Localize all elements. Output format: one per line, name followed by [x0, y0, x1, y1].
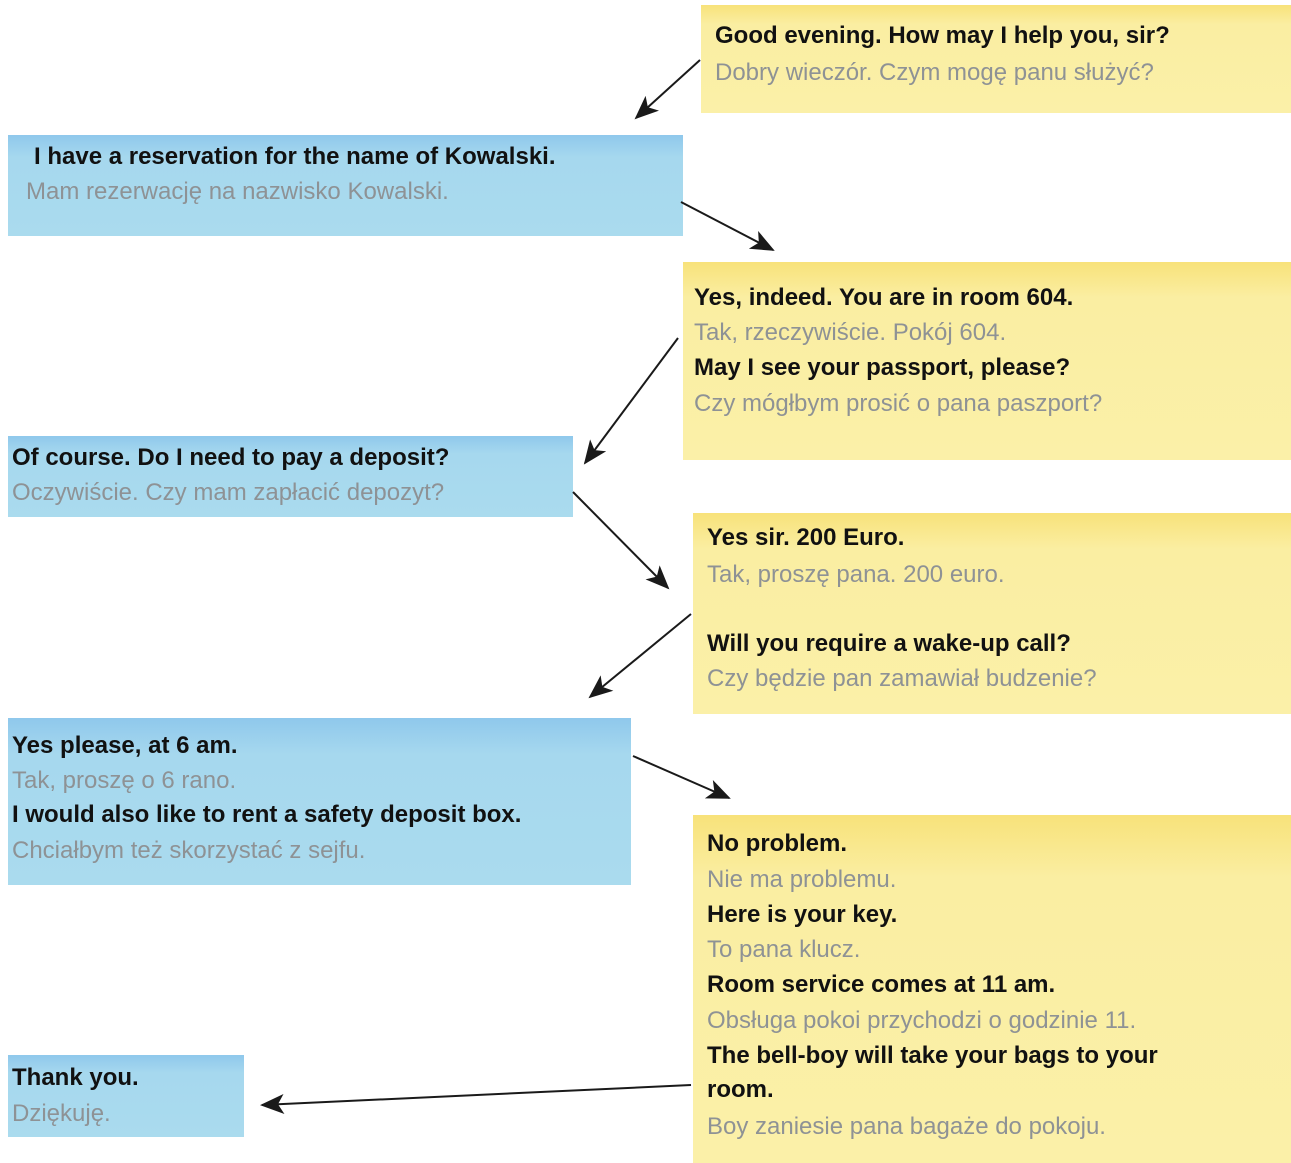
polish-line: Chciałbym też skorzystać z sejfu.: [12, 837, 366, 864]
polish-line: Dziękuję.: [12, 1100, 111, 1127]
guest-bubble-thanks: Thank you. Dziękuję.: [8, 1055, 244, 1137]
english-line: Yes please, at 6 am.: [12, 732, 238, 759]
english-line: The bell-boy will take your bags to your: [707, 1042, 1158, 1069]
english-line: Room service comes at 11 am.: [707, 971, 1056, 998]
arrow-passport-to-deposit: [583, 337, 679, 465]
english-line: No problem.: [707, 830, 848, 857]
polish-line: To pana klucz.: [707, 936, 861, 963]
receptionist-bubble-room-passport: Yes, indeed. You are in room 604. Tak, r…: [683, 262, 1291, 460]
guest-bubble-wakeup-safe: Yes please, at 6 am. Tak, proszę o 6 ran…: [8, 718, 631, 885]
english-line: Good evening. How may I help you, sir?: [715, 22, 1170, 49]
arrow-safe-to-key: [632, 755, 731, 799]
english-line: Yes, indeed. You are in room 604.: [694, 284, 1074, 311]
polish-line: Tak, proszę o 6 rano.: [12, 767, 237, 794]
english-line: May I see your passport, please?: [694, 354, 1071, 381]
arrow-greeting-to-reservation: [634, 59, 701, 120]
polish-line: Obsługa pokoi przychodzi o godzinie 11.: [707, 1007, 1137, 1034]
receptionist-bubble-greeting: Good evening. How may I help you, sir? D…: [701, 5, 1291, 113]
polish-line: Mam rezerwację na nazwisko Kowalski.: [26, 178, 449, 205]
english-line: Will you require a wake-up call?: [707, 630, 1071, 657]
english-line: Yes sir. 200 Euro.: [707, 524, 905, 551]
polish-line: Tak, rzeczywiście. Pokój 604.: [694, 319, 1007, 346]
english-line: Thank you.: [12, 1064, 139, 1091]
arrow-services-to-thanks: [260, 1084, 692, 1114]
receptionist-bubble-key-services: No problem. Nie ma problemu. Here is you…: [693, 815, 1291, 1163]
polish-line: Dobry wieczór. Czym mogę panu służyć?: [715, 59, 1154, 86]
english-line: I have a reservation for the name of Kow…: [34, 143, 556, 170]
arrow-wakeup-to-reply: [588, 613, 692, 699]
arrow-deposit-to-euro: [572, 491, 670, 590]
english-line: Here is your key.: [707, 901, 898, 928]
guest-bubble-deposit: Of course. Do I need to pay a deposit? O…: [8, 436, 573, 517]
polish-line: Oczywiście. Czy mam zapłacić depozyt?: [12, 479, 445, 506]
polish-line: Czy mógłbym prosić o pana paszport?: [694, 390, 1103, 417]
english-line: I would also like to rent a safety depos…: [12, 801, 522, 828]
polish-line: Czy będzie pan zamawiał budzenie?: [707, 665, 1097, 692]
polish-line: Nie ma problemu.: [707, 866, 897, 893]
guest-bubble-reservation: I have a reservation for the name of Kow…: [8, 135, 683, 236]
english-line: room.: [707, 1076, 774, 1103]
receptionist-bubble-deposit-wakeup: Yes sir. 200 Euro. Tak, proszę pana. 200…: [693, 513, 1291, 714]
polish-line: Boy zaniesie pana bagaże do pokoju.: [707, 1113, 1106, 1140]
polish-line: Tak, proszę pana. 200 euro.: [707, 561, 1005, 588]
english-line: Of course. Do I need to pay a deposit?: [12, 444, 450, 471]
arrow-reservation-to-room: [680, 201, 775, 251]
